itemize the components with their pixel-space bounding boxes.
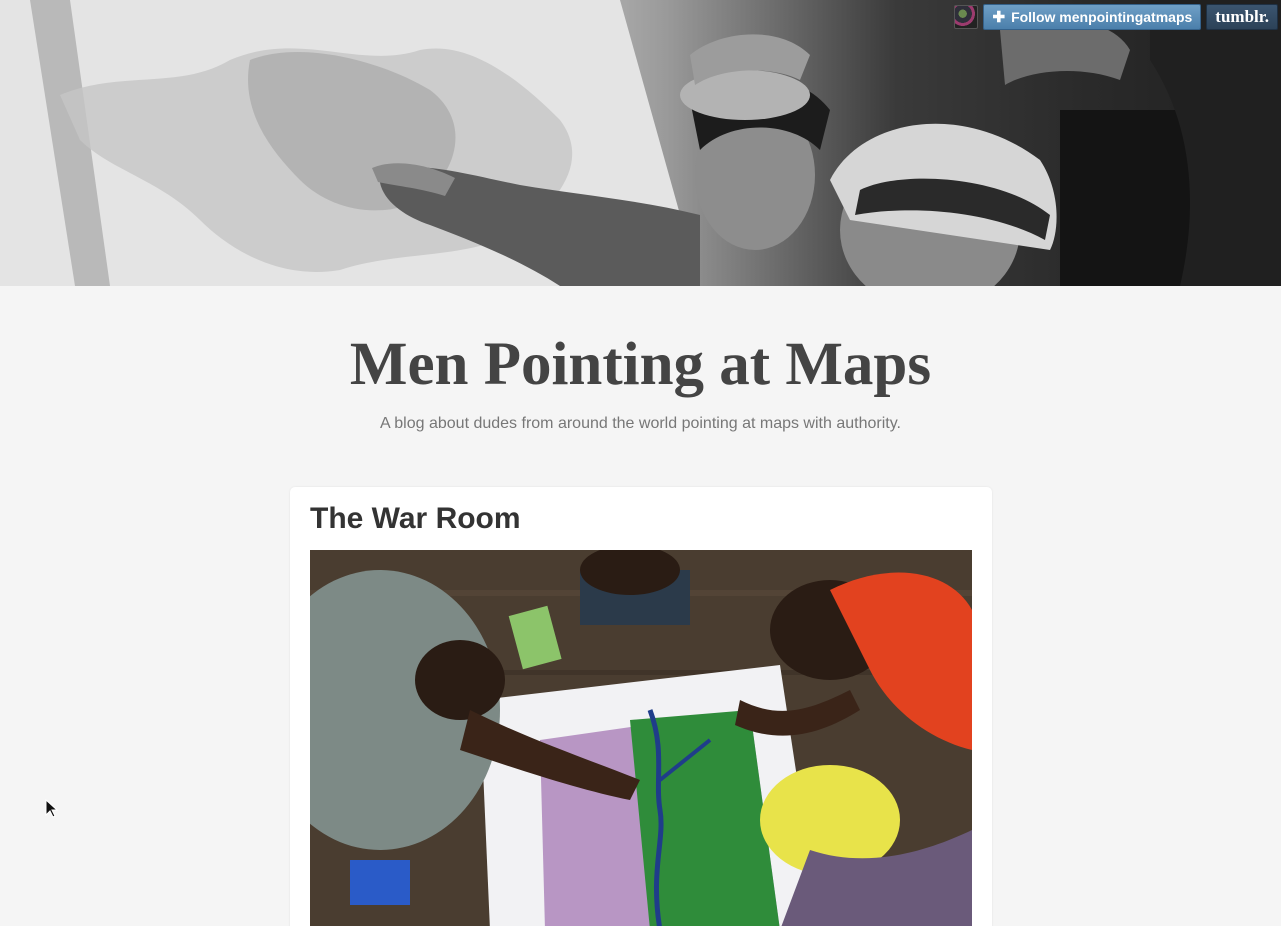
blog-description: A blog about dudes from around the world…: [380, 415, 901, 432]
post-card: The War Room: [290, 487, 992, 926]
header-banner-image: ✚ Follow menpointingatmaps tumblr.: [0, 0, 1281, 286]
tumblr-logo[interactable]: tumblr.: [1206, 4, 1278, 30]
follow-button[interactable]: ✚ Follow menpointingatmaps: [983, 4, 1202, 30]
banner-photo-illustration: [0, 0, 1281, 286]
plus-icon: ✚: [992, 8, 1006, 26]
follow-button-label: Follow menpointingatmaps: [1011, 9, 1193, 25]
post-photo[interactable]: [310, 550, 972, 926]
post-title[interactable]: The War Room: [310, 502, 521, 536]
tumblr-controls: ✚ Follow menpointingatmaps tumblr.: [954, 4, 1278, 30]
blog-avatar[interactable]: [954, 5, 979, 29]
post-photo-illustration: [310, 550, 972, 926]
page: ✚ Follow menpointingatmaps tumblr. Men P…: [0, 0, 1281, 926]
blog-title[interactable]: Men Pointing at Maps: [0, 330, 1281, 400]
mouse-pointer-icon: [45, 799, 59, 818]
